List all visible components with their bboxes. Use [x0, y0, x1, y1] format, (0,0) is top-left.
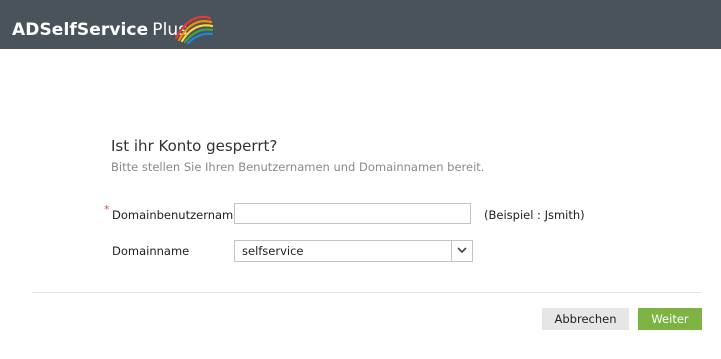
username-input[interactable] — [234, 203, 471, 224]
username-label: Domainbenutzername — [112, 208, 241, 222]
next-button[interactable]: Weiter — [638, 308, 702, 330]
logo-main-text: ADSelfService — [12, 20, 149, 40]
cancel-button[interactable]: Abbrechen — [542, 308, 629, 330]
required-marker: * — [104, 203, 110, 216]
form-title: Ist ihr Konto gesperrt? — [111, 137, 278, 155]
header-bar: ADSelfService Plus — [0, 0, 721, 49]
page: ADSelfService Plus Ist ihr Konto gesperrt… — [0, 0, 721, 359]
logo-text: ADSelfService Plus — [12, 20, 187, 40]
domain-dropdown-toggle[interactable] — [451, 241, 472, 261]
domain-selected-value: selfservice — [242, 244, 304, 258]
form-subtitle: Bitte stellen Sie Ihren Benutzernamen un… — [111, 160, 485, 174]
footer-divider — [32, 292, 702, 293]
domain-label: Domainname — [112, 244, 190, 258]
domain-select[interactable]: selfservice — [234, 240, 473, 262]
username-hint: (Beispiel : Jsmith) — [484, 208, 585, 222]
chevron-down-icon — [457, 247, 467, 254]
rainbow-swoosh-icon — [174, 15, 214, 44]
